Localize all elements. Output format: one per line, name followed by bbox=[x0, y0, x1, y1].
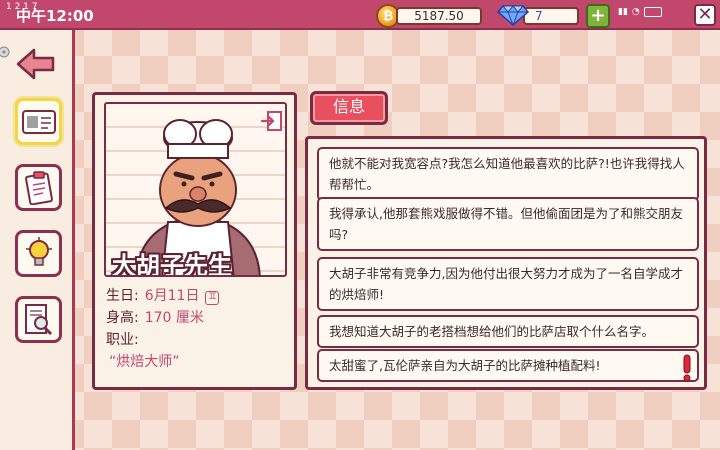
gem-amount: 7 bbox=[523, 7, 579, 25]
info-entry-text: 我得承认,他那套熊戏服做得不错。但他偷面团是为了和熊交朋友吗? bbox=[329, 206, 683, 242]
character-name: 大胡子先生 bbox=[112, 252, 232, 277]
height-value: 170 厘米 bbox=[144, 310, 204, 326]
magnifier-notes-icon bbox=[24, 303, 52, 335]
character-card: 大胡子先生 生日: 6月11日 ♊ 身高: 170 厘米 职业: “烘焙大师” bbox=[92, 92, 297, 390]
battery-icon bbox=[643, 7, 662, 17]
system-status-icons: ▮▮ ◔ bbox=[618, 4, 698, 20]
info-panel: 他就不能对我宽容点?我怎么知道他最喜欢的比萨?!也许我得找人帮帮忙。 我得承认,… bbox=[305, 136, 707, 390]
info-entry-text: 他就不能对我宽容点?我怎么知道他最喜欢的比萨?!也许我得找人帮帮忙。 bbox=[329, 156, 685, 192]
id-card-icon bbox=[21, 109, 56, 134]
height-row: 身高: 170 厘米 bbox=[106, 307, 204, 327]
info-entry-text: 大胡子非常有竞争力,因为他付出很大努力才成为了一名自学成才的烘焙师! bbox=[329, 266, 683, 302]
buy-gems-button[interactable]: + bbox=[586, 4, 610, 28]
gemini-zodiac-icon: ♊ bbox=[205, 291, 220, 305]
info-entry: 我得承认,他那套熊戏服做得不错。但他偷面团是为了和熊交朋友吗? bbox=[317, 197, 699, 251]
lightbulb-icon bbox=[25, 236, 52, 266]
birthday-label: 生日: bbox=[106, 288, 139, 304]
height-label: 身高: bbox=[106, 310, 139, 326]
clipboard-icon bbox=[24, 170, 53, 205]
info-entry-text: 太甜蜜了,瓦伦萨亲自为大胡子的比萨摊种植配料! bbox=[329, 358, 601, 373]
clock-time: 中午12:00 bbox=[16, 7, 94, 25]
job-value: “烘焙大师” bbox=[109, 354, 180, 370]
top-bar: 1 2 1 7 中午12:00 ₿ 5187.50 7 + ▮▮ ◔ ✕ bbox=[0, 0, 720, 30]
info-entry-text: 我想知道大胡子的老搭档想给他们的比萨店取个什么名字。 bbox=[329, 324, 655, 339]
exit-icon[interactable] bbox=[261, 110, 283, 132]
info-entry: 他就不能对我宽容点?我怎么知道他最喜欢的比萨?!也许我得找人帮帮忙。 bbox=[317, 147, 699, 201]
tab-info[interactable]: 信息 bbox=[310, 91, 388, 125]
birthday-value: 6月11日 bbox=[144, 288, 200, 304]
coin-counter: ₿ 5187.50 bbox=[376, 4, 482, 28]
info-entry: 大胡子非常有竞争力,因为他付出很大努力才成为了一名自学成才的烘焙师! bbox=[317, 257, 699, 311]
sidebar-item-research[interactable] bbox=[15, 296, 62, 343]
menu-handle-icon[interactable] bbox=[0, 44, 12, 60]
diamond-icon bbox=[497, 5, 529, 26]
job-row: 职业: bbox=[106, 329, 139, 349]
info-entry: 我想知道大胡子的老搭档想给他们的比萨店取个什么名字。 bbox=[317, 315, 699, 348]
close-button[interactable]: ✕ bbox=[694, 4, 716, 26]
sidebar-item-tips[interactable] bbox=[15, 230, 62, 277]
character-portrait: 大胡子先生 bbox=[104, 102, 287, 277]
wifi-icon: ◔ bbox=[631, 7, 640, 17]
sidebar-item-orders[interactable] bbox=[15, 164, 62, 211]
sidebar-item-profile[interactable] bbox=[15, 98, 62, 145]
job-label: 职业: bbox=[106, 332, 139, 348]
sidebar bbox=[0, 30, 75, 450]
coin-amount: 5187.50 bbox=[396, 7, 482, 25]
info-entry-new: 太甜蜜了,瓦伦萨亲自为大胡子的比萨摊种植配料! bbox=[317, 349, 699, 382]
exclamation-icon bbox=[683, 354, 691, 382]
birthday-row: 生日: 6月11日 ♊ bbox=[106, 285, 220, 305]
gem-counter: 7 + bbox=[497, 4, 615, 28]
back-arrow-icon[interactable] bbox=[16, 48, 56, 80]
signal-icon: ▮▮ bbox=[618, 7, 628, 17]
